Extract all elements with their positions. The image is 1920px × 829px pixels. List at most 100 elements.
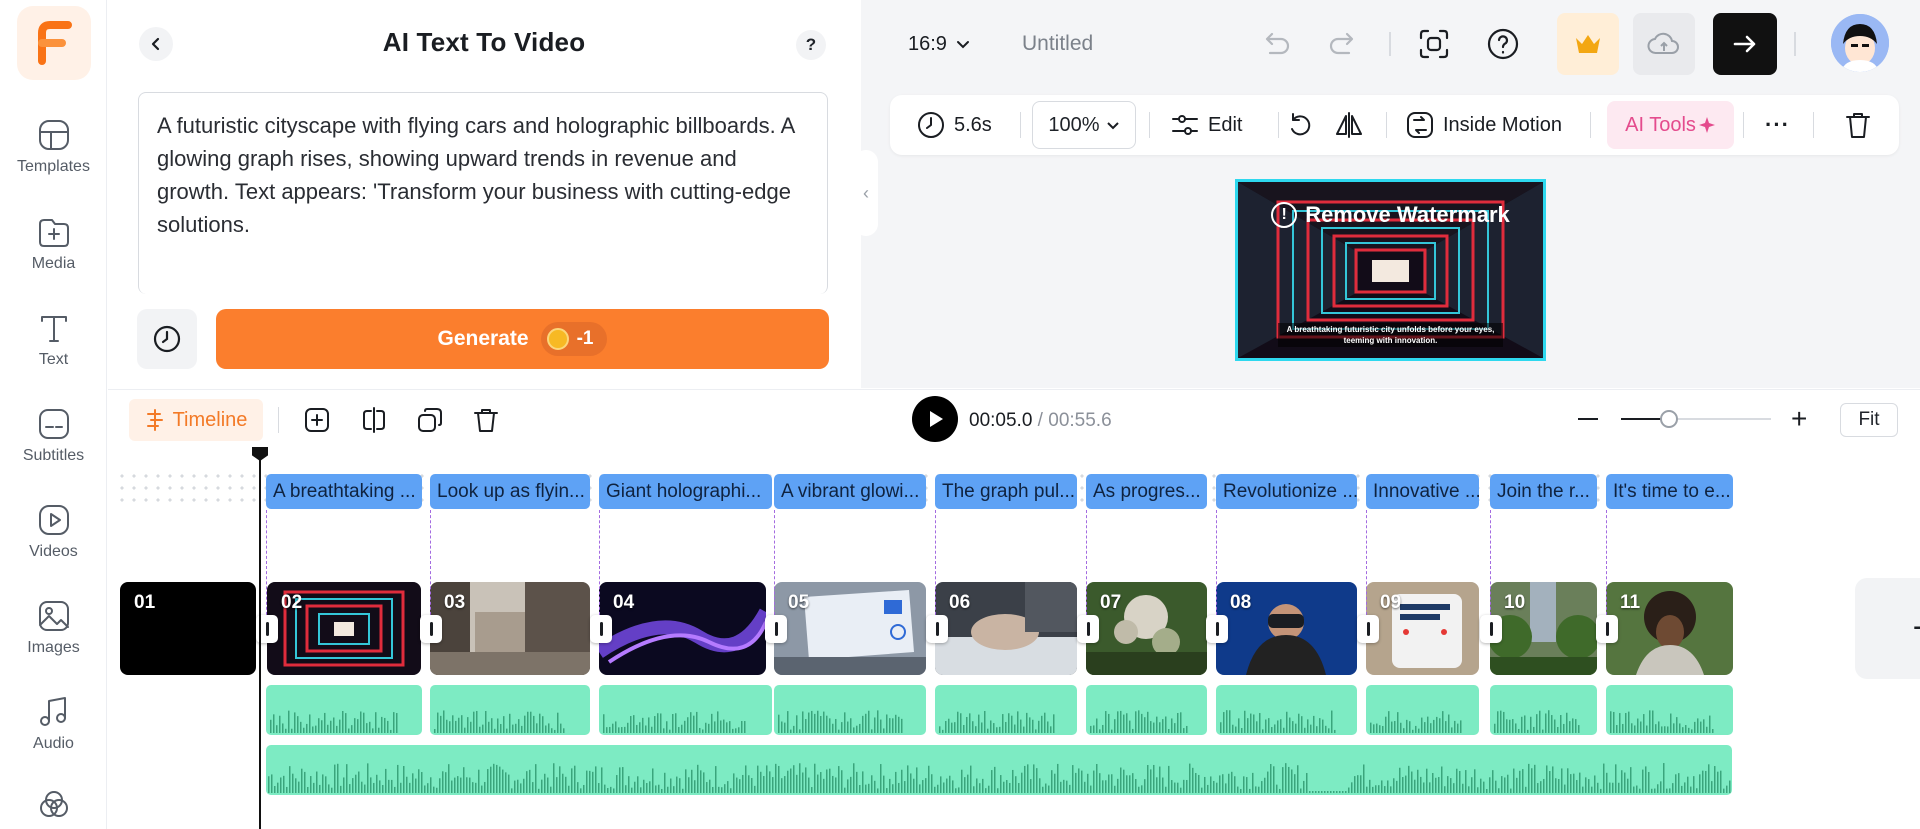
split-button[interactable] xyxy=(357,403,391,437)
sidebar-item-subtitles[interactable]: Subtitles xyxy=(0,407,107,465)
duplicate-button[interactable] xyxy=(413,403,447,437)
clip-05[interactable]: 05 xyxy=(774,582,926,675)
sidebar-item-videos[interactable]: Videos xyxy=(0,503,107,561)
preview-caption: A breathtaking futuristic city unfolds b… xyxy=(1278,323,1503,347)
timeline-tab[interactable]: Timeline xyxy=(129,399,263,441)
timeline-zoom-slider[interactable] xyxy=(1621,410,1771,428)
app-logo[interactable] xyxy=(17,6,91,80)
sidebar-item-templates[interactable]: Templates xyxy=(0,118,107,176)
slider-knob[interactable] xyxy=(1660,410,1678,428)
total-time: 00:55.6 xyxy=(1048,410,1112,431)
subtitle-segment[interactable]: Innovative ... xyxy=(1366,474,1479,509)
subtitle-segment[interactable]: Giant holographi... xyxy=(599,474,772,509)
sidebar-item-label: Media xyxy=(31,255,76,272)
subtitle-segment[interactable]: Join the r... xyxy=(1490,474,1597,509)
voiceover-clip[interactable] xyxy=(1490,685,1597,735)
subtitle-connector xyxy=(1216,510,1217,620)
screen-capture-button[interactable] xyxy=(1412,22,1456,66)
zoom-out-button[interactable] xyxy=(1578,418,1598,420)
ai-tools-button[interactable]: AI Tools xyxy=(1607,101,1734,149)
subtitle-segment[interactable]: As progres... xyxy=(1086,474,1207,509)
sidebar-item-images[interactable]: Images xyxy=(0,599,107,657)
subtitle-segment[interactable]: The graph pul... xyxy=(935,474,1077,509)
remove-watermark-button[interactable]: ! Remove Watermark xyxy=(1238,202,1543,228)
clip-03[interactable]: 03 xyxy=(430,582,590,675)
rotate-button[interactable] xyxy=(1285,95,1315,155)
voiceover-clip[interactable] xyxy=(599,685,772,735)
aspect-ratio-select[interactable]: 16:9 xyxy=(908,0,971,88)
clip-08[interactable]: 08 xyxy=(1216,582,1357,675)
transition-handle[interactable] xyxy=(926,615,948,643)
redo-icon xyxy=(1329,32,1354,55)
voiceover-clip[interactable] xyxy=(430,685,590,735)
history-button[interactable] xyxy=(137,309,197,369)
playhead[interactable] xyxy=(259,448,261,829)
subtitle-segment[interactable]: A vibrant glowi... xyxy=(774,474,926,509)
help-button[interactable]: ? xyxy=(796,30,826,60)
transition-handle[interactable] xyxy=(1077,615,1099,643)
transition-handle[interactable] xyxy=(1596,615,1618,643)
voiceover-clip[interactable] xyxy=(266,685,422,735)
fit-button[interactable]: Fit xyxy=(1840,403,1898,437)
transition-handle[interactable] xyxy=(420,615,442,643)
delete-button[interactable] xyxy=(1843,95,1873,155)
prompt-textarea[interactable]: A futuristic cityscape with flying cars … xyxy=(138,92,828,294)
voiceover-clip[interactable] xyxy=(774,685,926,735)
voiceover-clip[interactable] xyxy=(1606,685,1733,735)
voiceover-clip[interactable] xyxy=(1366,685,1479,735)
clip-01[interactable]: 01 xyxy=(120,582,256,675)
add-clip-button[interactable] xyxy=(300,403,334,437)
voiceover-clip[interactable] xyxy=(1086,685,1207,735)
zoom-select[interactable]: 100% xyxy=(1032,101,1136,149)
sidebar-item-audio[interactable]: Audio xyxy=(0,695,107,753)
cloud-save-button[interactable] xyxy=(1633,13,1695,75)
voiceover-clip[interactable] xyxy=(1216,685,1357,735)
export-button[interactable] xyxy=(1713,13,1777,75)
transition-handle[interactable] xyxy=(1206,615,1228,643)
add-scene-button[interactable]: + xyxy=(1855,578,1920,679)
duration-button[interactable]: 5.6s xyxy=(916,95,992,155)
project-title[interactable]: Untitled xyxy=(1022,0,1093,88)
sidebar-item-media[interactable]: Media xyxy=(0,215,107,273)
clip-04[interactable]: 04 xyxy=(599,582,766,675)
background-music-clip[interactable] xyxy=(266,745,1732,795)
sidebar-item-label: Templates xyxy=(17,158,90,175)
waveform xyxy=(1370,711,1462,733)
voiceover-clip[interactable] xyxy=(935,685,1077,735)
waveform xyxy=(1610,710,1714,733)
edit-button[interactable]: Edit xyxy=(1170,95,1242,155)
transition-handle[interactable] xyxy=(765,615,787,643)
clip-10[interactable]: 10 xyxy=(1490,582,1597,675)
more-button[interactable]: ··· xyxy=(1765,95,1790,155)
add-icon xyxy=(305,408,329,432)
clip-06[interactable]: 06 xyxy=(935,582,1077,675)
transition-handle[interactable] xyxy=(1357,615,1379,643)
inside-motion-button[interactable]: Inside Motion xyxy=(1405,95,1562,155)
redo-button[interactable] xyxy=(1322,22,1366,66)
video-preview[interactable]: ! Remove Watermark A breathtaking futuri… xyxy=(1235,179,1546,361)
flip-button[interactable] xyxy=(1334,95,1364,155)
delete-clip-button[interactable] xyxy=(469,403,503,437)
subtitle-connector xyxy=(1606,510,1607,620)
clip-11[interactable]: 11 xyxy=(1606,582,1733,675)
transition-handle[interactable] xyxy=(1480,615,1502,643)
play-button[interactable] xyxy=(912,396,958,442)
subtitle-segment[interactable]: It's time to e... xyxy=(1606,474,1733,509)
clip-09[interactable]: 09 xyxy=(1366,582,1479,675)
transition-handle[interactable] xyxy=(590,615,612,643)
collapse-panel-button[interactable]: ‹ xyxy=(854,150,878,236)
generate-button[interactable]: Generate -1 xyxy=(216,309,829,369)
subtitle-segment[interactable]: A breathtaking ... xyxy=(266,474,422,509)
premium-button[interactable] xyxy=(1557,13,1619,75)
clip-07[interactable]: 07 xyxy=(1086,582,1207,675)
user-avatar[interactable] xyxy=(1831,14,1889,72)
clip-02[interactable]: 02 xyxy=(267,582,421,675)
zoom-in-button[interactable]: + xyxy=(1791,405,1807,433)
timeline-tracks: 01 02 03 04 05 06 07 08 09 10 11 + A bre… xyxy=(108,450,1920,829)
subtitle-segment[interactable]: Revolutionize ... xyxy=(1216,474,1357,509)
subtitle-segment[interactable]: Look up as flyin... xyxy=(430,474,590,509)
help-center-button[interactable] xyxy=(1481,22,1525,66)
undo-button[interactable] xyxy=(1253,22,1297,66)
sidebar-item-elements[interactable] xyxy=(0,790,107,829)
sidebar-item-text[interactable]: Text xyxy=(0,311,107,369)
